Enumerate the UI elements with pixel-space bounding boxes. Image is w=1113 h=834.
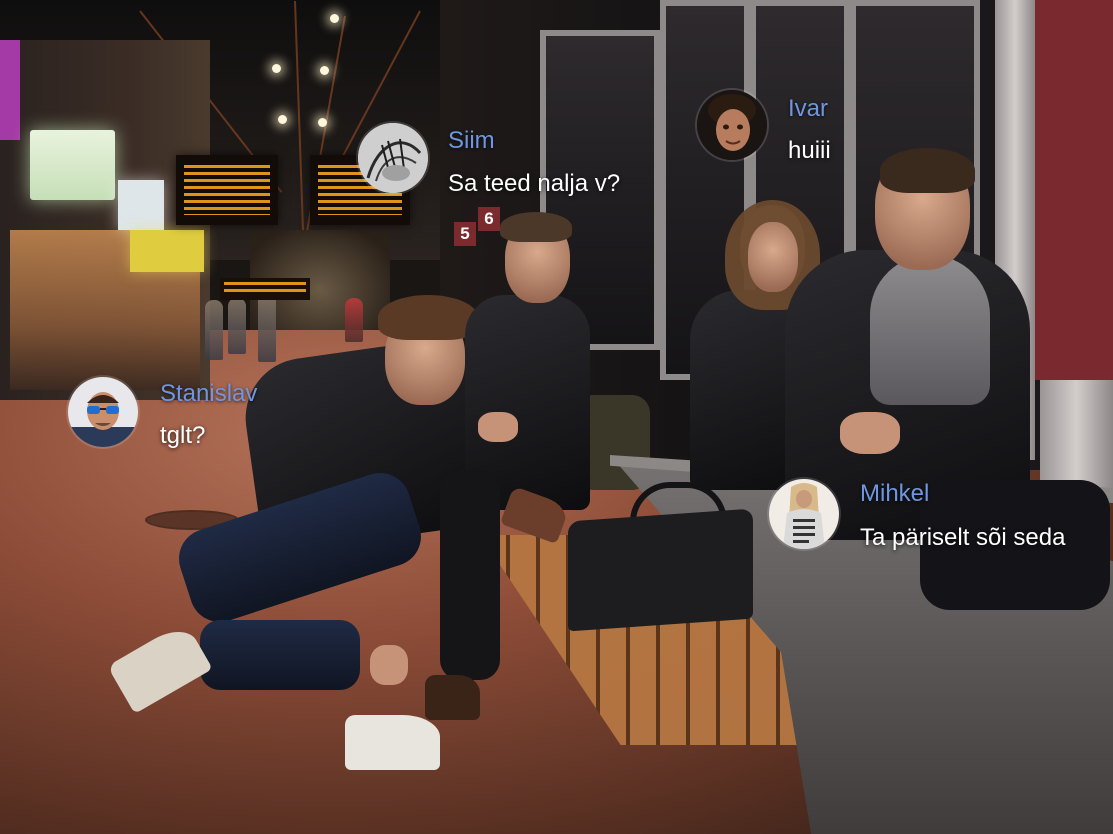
sender-name: Ivar (788, 95, 829, 122)
shirt-avatar-icon[interactable] (769, 479, 839, 549)
message-text: tglt? (160, 422, 206, 449)
ceiling-light (278, 115, 287, 124)
departure-board (176, 155, 278, 225)
ceiling-light (272, 64, 281, 73)
column-base (1040, 380, 1113, 490)
background-person (258, 292, 276, 362)
background-person (345, 298, 363, 342)
black-bag (568, 508, 753, 632)
ceiling-light (330, 14, 339, 23)
ceiling-light (318, 118, 327, 127)
shop-sign (30, 130, 115, 200)
sender-name: Stanislav (160, 380, 258, 407)
red-wall-panel (1030, 0, 1113, 380)
background-person (228, 298, 246, 354)
platform-sign: 6 (478, 207, 500, 231)
train-station-photo: 5 6 (0, 0, 1113, 834)
kiosk-sign (130, 230, 204, 272)
sunglasses-avatar-icon[interactable] (68, 377, 138, 447)
departure-board (220, 278, 310, 300)
face-avatar-icon[interactable] (697, 90, 767, 160)
shop-sign (118, 180, 164, 230)
message-text: huiii (788, 137, 831, 164)
background-person (205, 300, 223, 360)
message-text: Sa teed nalja v? (448, 170, 621, 197)
platform-sign: 5 (454, 222, 476, 246)
ceiling-light (320, 66, 329, 75)
sender-name: Mihkel (860, 480, 930, 507)
message-text: Ta päriselt sõi seda (860, 524, 1066, 551)
purple-sign (0, 40, 20, 140)
sender-name: Siim (448, 127, 495, 154)
sketch-avatar-icon[interactable] (358, 123, 428, 193)
